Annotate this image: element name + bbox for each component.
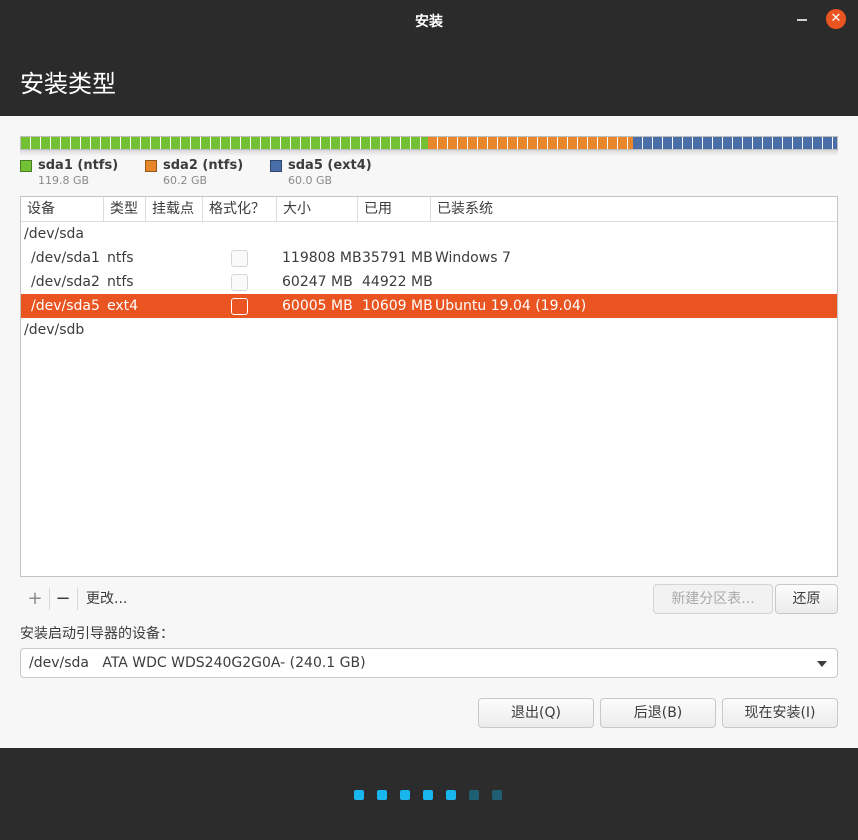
type-cell: ntfs (107, 250, 134, 266)
title-bar: 安装 ✕ (0, 0, 858, 40)
partition-toolbar: + − 更改... 新建分区表... 还原 (20, 584, 838, 614)
table-row-sda[interactable]: /dev/sda (21, 222, 837, 246)
remove-partition-button[interactable]: − (50, 584, 76, 614)
used-cell: 10609 MB (362, 298, 433, 314)
bootloader-device-select[interactable]: /dev/sda ATA WDC WDS240G2G0A- (240.1 GB) (20, 648, 838, 678)
system-cell: Windows 7 (435, 250, 511, 266)
size-cell: 60005 MB (282, 298, 353, 314)
legend-swatch (270, 160, 282, 172)
install-now-button[interactable]: 现在安装(I) (722, 698, 838, 728)
progress-indicator (354, 790, 515, 800)
progress-dot (423, 790, 433, 800)
size-cell: 60247 MB (282, 274, 353, 290)
bootloader-device-value: /dev/sda ATA WDC WDS240G2G0A- (240.1 GB) (29, 655, 366, 671)
disk-bar-shadow (20, 150, 838, 156)
disk-usage-bar (20, 136, 838, 150)
legend-size: 60.0 GB (288, 174, 333, 187)
table-row-sda2[interactable]: /dev/sda2 ntfs 60247 MB 44922 MB (21, 270, 837, 294)
disk-segment-3 (632, 137, 837, 149)
legend-name: sda2 (ntfs) (163, 158, 244, 173)
legend-swatch (145, 160, 157, 172)
device-cell: /dev/sda (24, 226, 84, 242)
column-mount-point[interactable]: 挂载点 (146, 197, 203, 221)
add-partition-button[interactable]: + (22, 584, 48, 614)
type-cell: ext4 (107, 298, 139, 314)
page-title: 安装类型 (20, 70, 116, 98)
chevron-down-icon (817, 661, 827, 667)
column-size[interactable]: 大小 (277, 197, 358, 221)
window-title: 安装 (415, 14, 443, 30)
format-checkbox[interactable] (231, 298, 248, 315)
legend-item-sda5: sda5 (ext4) 60.0 GB (270, 158, 379, 187)
column-format[interactable]: 格式化？ (203, 197, 277, 221)
progress-dot (492, 790, 502, 800)
back-button[interactable]: 后退(B) (600, 698, 716, 728)
legend-name: sda1 (ntfs) (38, 158, 119, 173)
bootloader-label: 安装启动引导器的设备： (20, 626, 174, 642)
column-installed-system[interactable]: 已装系统 (431, 197, 837, 221)
legend-name: sda5 (ext4) (288, 158, 372, 173)
table-row-sda1[interactable]: /dev/sda1 ntfs 119808 MB 35791 MB Window… (21, 246, 837, 270)
disk-segment-1 (21, 137, 429, 149)
progress-dot (469, 790, 479, 800)
toolbar-separator (77, 588, 78, 610)
quit-button[interactable]: 退出(Q) (478, 698, 594, 728)
legend-item-sda1: sda1 (ntfs) 119.8 GB (20, 158, 129, 187)
legend-swatch (20, 160, 32, 172)
table-header: 设备 类型 挂载点 格式化？ 大小 已用 已装系统 (21, 197, 837, 222)
used-cell: 35791 MB (362, 250, 433, 266)
format-checkbox[interactable] (231, 274, 248, 291)
legend-item-sda2: sda2 (ntfs) 60.2 GB (145, 158, 254, 187)
change-partition-button[interactable]: 更改... (86, 584, 127, 614)
minimize-icon[interactable] (797, 19, 807, 21)
new-partition-table-button[interactable]: 新建分区表... (653, 584, 773, 614)
used-cell: 44922 MB (362, 274, 433, 290)
legend-size: 119.8 GB (38, 174, 90, 187)
type-cell: ntfs (107, 274, 134, 290)
format-checkbox[interactable] (231, 250, 248, 267)
progress-dot (446, 790, 456, 800)
main-content: sda1 (ntfs) 119.8 GB sda2 (ntfs) 60.2 GB… (0, 116, 858, 748)
column-used[interactable]: 已用 (358, 197, 431, 221)
progress-dot (377, 790, 387, 800)
device-cell: /dev/sda5 (31, 298, 100, 314)
close-icon[interactable]: ✕ (826, 9, 846, 29)
table-row-sda5[interactable]: /dev/sda5 ext4 60005 MB 10609 MB Ubuntu … (21, 294, 837, 318)
disk-segment-2 (428, 137, 633, 149)
partition-table: 设备 类型 挂载点 格式化？ 大小 已用 已装系统 /dev/sda /dev/… (20, 196, 838, 577)
device-cell: /dev/sdb (24, 322, 85, 338)
column-device[interactable]: 设备 (21, 197, 104, 221)
size-cell: 119808 MB (282, 250, 362, 266)
progress-dot (354, 790, 364, 800)
partition-legend: sda1 (ntfs) 119.8 GB sda2 (ntfs) 60.2 GB… (20, 158, 395, 187)
legend-size: 60.2 GB (163, 174, 208, 187)
revert-button[interactable]: 还原 (775, 584, 838, 614)
progress-dot (400, 790, 410, 800)
table-row-sdb[interactable]: /dev/sdb (21, 318, 837, 342)
column-type[interactable]: 类型 (104, 197, 146, 221)
page-header: 安装类型 (0, 40, 858, 116)
system-cell: Ubuntu 19.04 (19.04) (435, 298, 587, 314)
device-cell: /dev/sda1 (31, 250, 100, 266)
device-cell: /dev/sda2 (31, 274, 100, 290)
footer (0, 748, 858, 840)
